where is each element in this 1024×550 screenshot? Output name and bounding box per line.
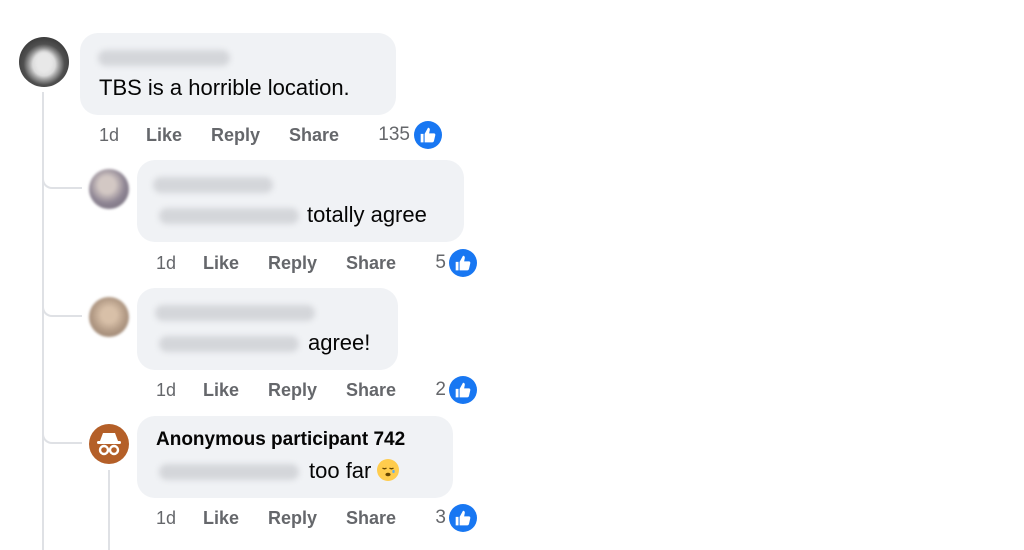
reply-button[interactable]: Reply <box>268 252 317 274</box>
like-reaction-icon[interactable] <box>449 376 477 404</box>
text-redacted <box>159 336 299 352</box>
anonymous-avatar[interactable] <box>89 424 129 464</box>
like-reaction-icon[interactable] <box>449 249 477 277</box>
share-button[interactable]: Share <box>346 252 396 274</box>
author-name-redacted <box>155 305 315 321</box>
author-name-redacted <box>98 50 230 66</box>
comment-text-content: too far <box>309 458 372 483</box>
reply-button[interactable]: Reply <box>268 379 317 401</box>
comment-text: totally agree <box>307 202 427 227</box>
comment-bubble: TBS is a horrible location. <box>80 33 396 115</box>
thread-connector <box>42 303 82 317</box>
comment-text: too far <box>309 458 400 484</box>
author-name-redacted <box>153 177 273 193</box>
comment-author[interactable]: Anonymous participant 742 <box>156 429 405 451</box>
thread-connector <box>42 175 82 189</box>
incognito-icon <box>97 433 121 456</box>
comment-age[interactable]: 1d <box>156 507 176 529</box>
text-redacted <box>159 464 299 480</box>
comment-bubble: agree! <box>137 288 398 370</box>
reaction-count[interactable]: 3 <box>414 507 446 529</box>
avatar[interactable] <box>89 169 129 209</box>
reaction-count[interactable]: 2 <box>414 379 446 401</box>
reply-button[interactable]: Reply <box>268 507 317 529</box>
reply-button[interactable]: Reply <box>211 124 260 146</box>
reaction-count[interactable]: 5 <box>414 252 446 274</box>
share-button[interactable]: Share <box>289 124 339 146</box>
thread-line-reply <box>108 470 110 550</box>
comment-bubble: totally agree <box>137 160 464 242</box>
avatar[interactable] <box>89 297 129 337</box>
share-button[interactable]: Share <box>346 507 396 529</box>
share-button[interactable]: Share <box>346 379 396 401</box>
comment-text: agree! <box>308 330 371 355</box>
reaction-count[interactable]: 135 <box>366 124 410 146</box>
comment-age[interactable]: 1d <box>99 124 119 146</box>
comment-text: TBS is a horrible location. <box>99 75 350 100</box>
thread-line-main <box>42 92 44 550</box>
like-button[interactable]: Like <box>203 379 239 401</box>
like-button[interactable]: Like <box>203 507 239 529</box>
like-reaction-icon[interactable] <box>449 504 477 532</box>
like-button[interactable]: Like <box>203 252 239 274</box>
like-reaction-icon[interactable] <box>414 121 442 149</box>
comment-age[interactable]: 1d <box>156 252 176 274</box>
sleepy-face-emoji <box>377 459 400 481</box>
text-redacted <box>159 208 299 224</box>
like-button[interactable]: Like <box>146 124 182 146</box>
comment-age[interactable]: 1d <box>156 379 176 401</box>
avatar[interactable] <box>19 37 69 87</box>
thread-connector <box>42 430 82 444</box>
comment-bubble: Anonymous participant 742 too far <box>137 416 453 498</box>
